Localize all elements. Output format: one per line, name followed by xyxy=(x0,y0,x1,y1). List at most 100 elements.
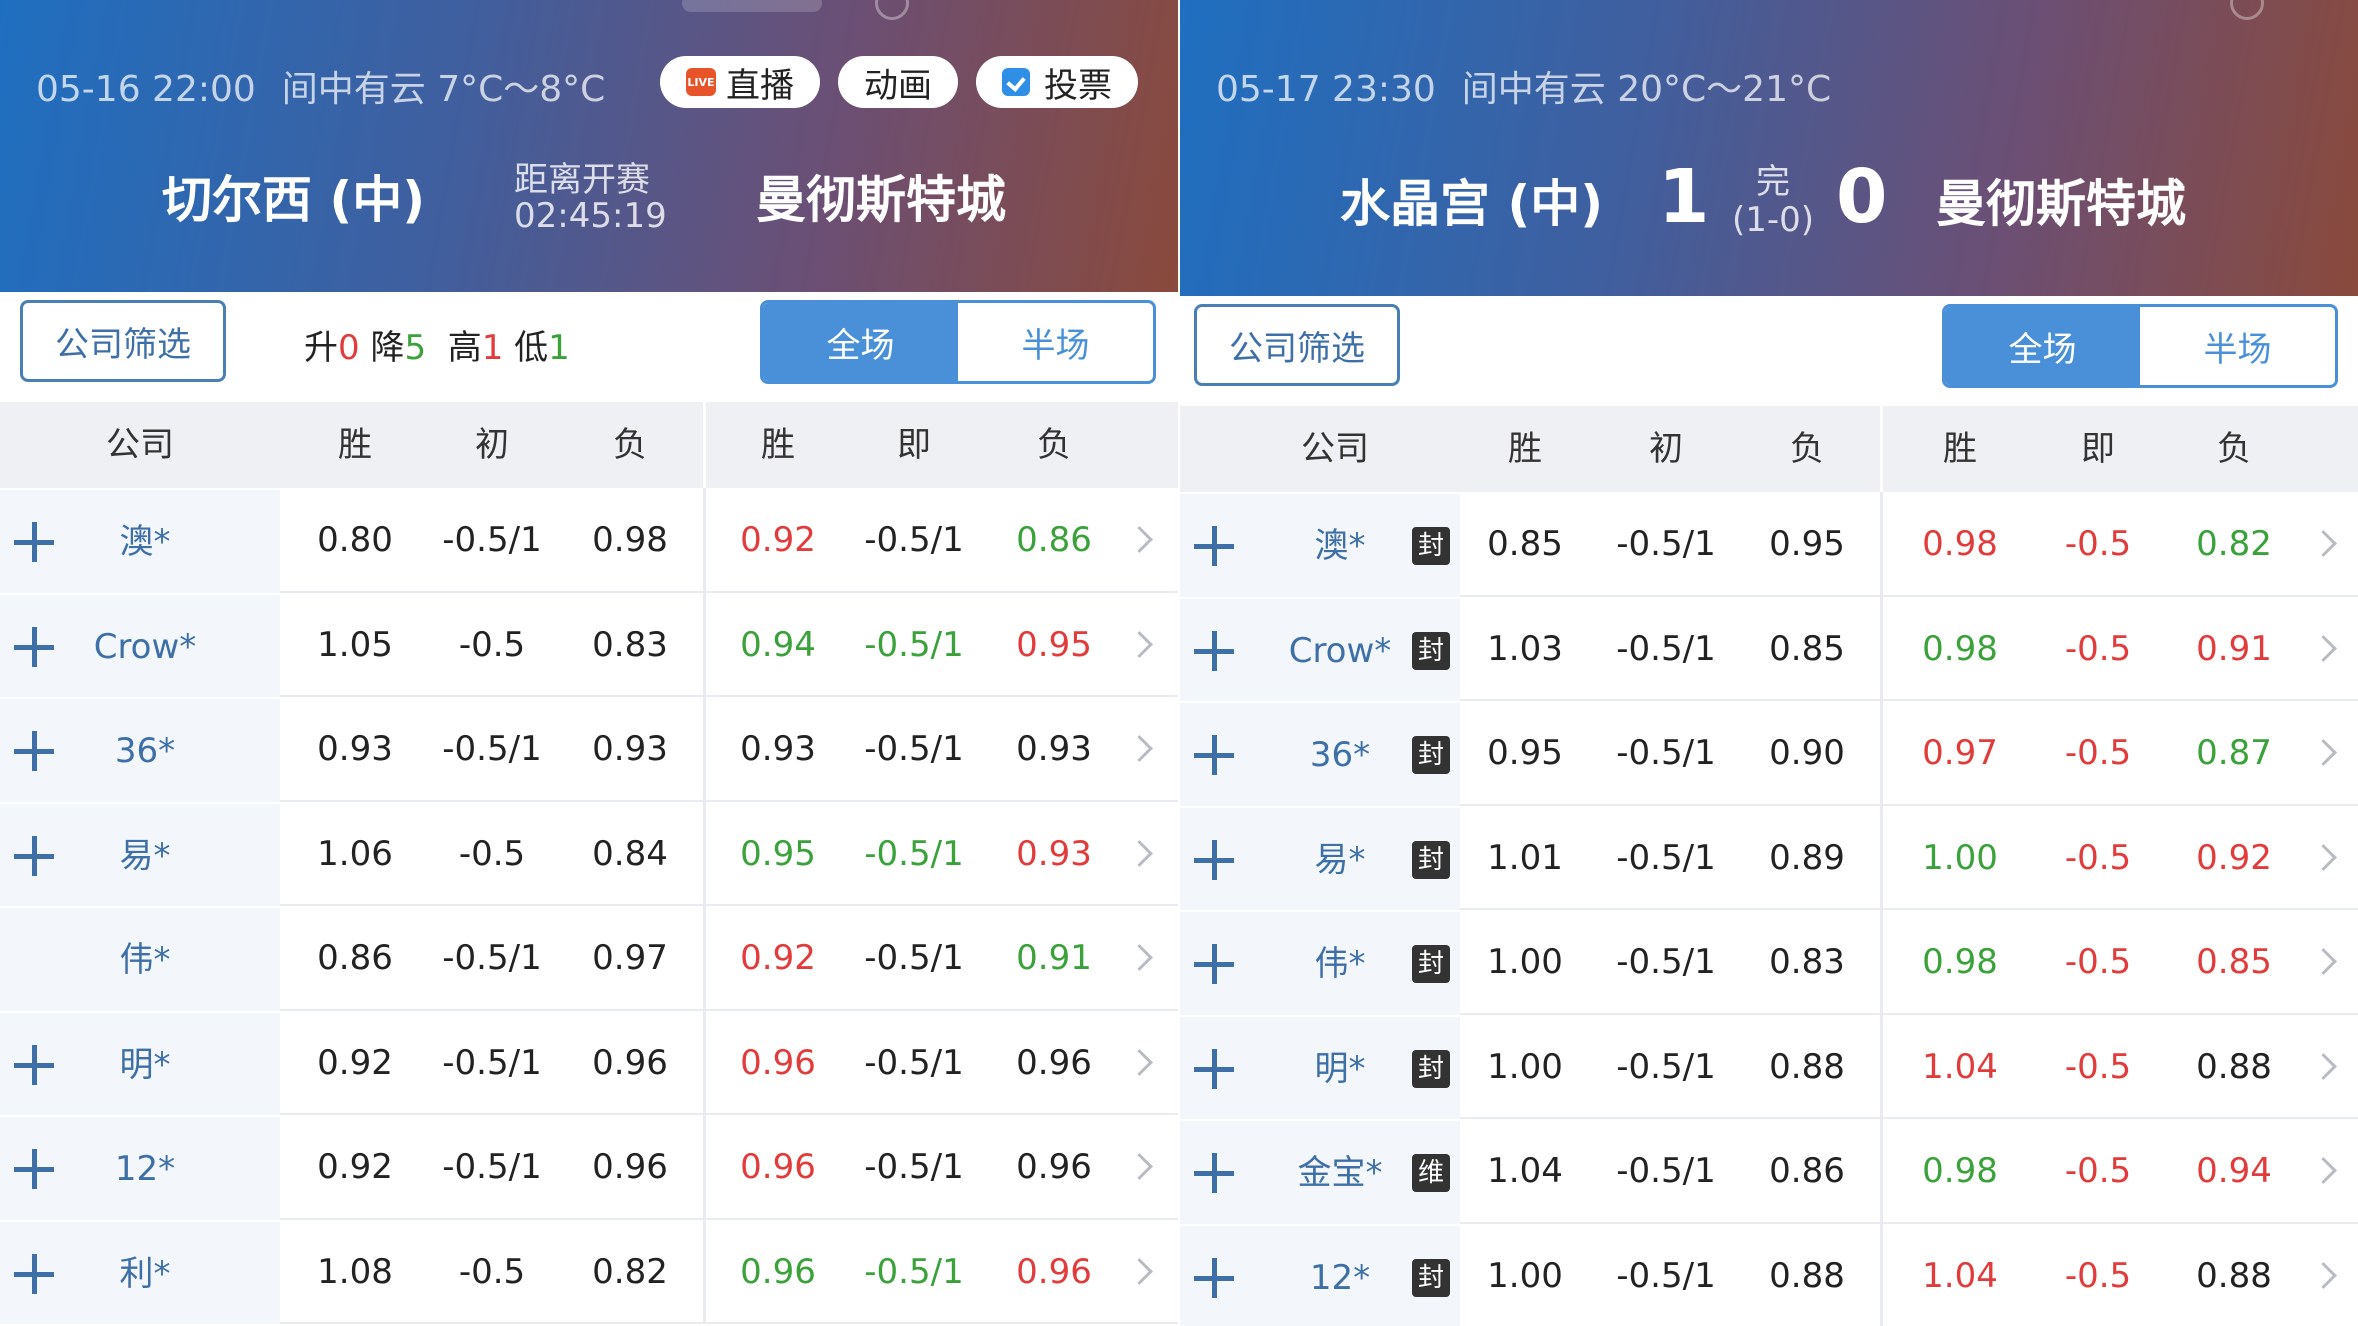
company-cell[interactable]: 伟* xyxy=(0,906,280,1011)
odds-row[interactable]: 易* 1.06 -0.5 0.84 0.95 -0.5/1 0.93 xyxy=(0,801,1178,906)
odds-row[interactable]: 金宝* 维 1.04 -0.5/1 0.86 0.98 -0.5 0.94 xyxy=(1180,1119,2358,1224)
expand-plus-icon[interactable] xyxy=(1194,1257,1234,1298)
chevron-right-icon[interactable] xyxy=(1126,944,1153,972)
company-cell[interactable]: 36* 封 xyxy=(1180,701,1460,806)
expand-plus-icon[interactable] xyxy=(14,522,54,563)
company-cell[interactable]: 易* 封 xyxy=(1180,805,1460,910)
company-cell[interactable]: 36* xyxy=(0,697,280,802)
expand-plus-icon[interactable] xyxy=(1194,735,1234,776)
column-divider xyxy=(703,592,706,697)
odds-row[interactable]: Crow* 封 1.03 -0.5/1 0.85 0.98 -0.5 0.91 xyxy=(1180,596,2358,701)
chevron-right-icon[interactable] xyxy=(2310,1157,2337,1185)
company-cell[interactable]: 12* 封 xyxy=(1180,1223,1460,1326)
company-filter-button[interactable]: 公司筛选 xyxy=(1194,304,1400,386)
home-score: 1 xyxy=(1658,154,1710,240)
expand-plus-icon[interactable] xyxy=(14,1044,54,1085)
odds-row[interactable]: 36* 0.93 -0.5/1 0.93 0.93 -0.5/1 0.93 xyxy=(0,697,1178,802)
tab-half-time[interactable]: 半场 xyxy=(2140,307,2335,385)
initial-lose-value: 0.84 xyxy=(592,833,668,874)
expand-plus-icon[interactable] xyxy=(14,835,54,876)
expand-plus-icon[interactable] xyxy=(1194,839,1234,880)
company-cell[interactable]: 澳* xyxy=(0,488,280,593)
live-tv-icon: LIVE xyxy=(686,68,716,96)
tab-full-time[interactable]: 全场 xyxy=(763,303,958,381)
animation-button[interactable]: 动画 xyxy=(838,56,958,108)
company-cell[interactable]: Crow* xyxy=(0,592,280,697)
chevron-right-icon[interactable] xyxy=(1126,1153,1153,1181)
initial-win-value: 0.95 xyxy=(1487,733,1563,773)
chevron-right-icon[interactable] xyxy=(1126,839,1153,867)
tab-half-time[interactable]: 半场 xyxy=(958,303,1153,381)
chevron-right-icon[interactable] xyxy=(2310,948,2337,976)
odds-row[interactable]: 利* 1.08 -0.5 0.82 0.96 -0.5/1 0.96 xyxy=(0,1219,1178,1324)
company-cell[interactable]: 明* xyxy=(0,1010,280,1115)
live-button[interactable]: LIVE 直播 xyxy=(660,56,820,108)
chevron-right-icon[interactable] xyxy=(2310,1261,2337,1289)
top-circle-icon xyxy=(2230,0,2264,20)
company-cell[interactable]: 明* 封 xyxy=(1180,1014,1460,1119)
away-team[interactable]: 曼彻斯特城 xyxy=(756,160,1006,232)
company-cell[interactable]: 利* xyxy=(0,1219,280,1324)
tab-full-time[interactable]: 全场 xyxy=(1945,307,2140,385)
home-team[interactable]: 切尔西 (中) xyxy=(162,160,425,232)
chevron-right-icon[interactable] xyxy=(1126,630,1153,658)
company-cell[interactable]: 12* xyxy=(0,1115,280,1220)
instant-lose-value: 0.96 xyxy=(1016,1251,1092,1292)
initial-win-value: 1.00 xyxy=(1487,1255,1563,1296)
left-match-panel: 05-16 22:00 间中有云 7°C～8°C LIVE 直播 动画 投票 切尔… xyxy=(0,0,1178,1326)
expand-plus-icon[interactable] xyxy=(1194,630,1234,671)
company-cell[interactable]: 澳* 封 xyxy=(1180,492,1460,597)
chevron-right-icon[interactable] xyxy=(2310,843,2337,871)
expand-plus-icon[interactable] xyxy=(1194,526,1234,567)
odds-row[interactable]: Crow* 1.05 -0.5 0.83 0.94 -0.5/1 0.95 xyxy=(0,592,1178,697)
odds-row[interactable]: 易* 封 1.01 -0.5/1 0.89 1.00 -0.5 0.92 xyxy=(1180,805,2358,910)
company-cell[interactable]: 金宝* 维 xyxy=(1180,1119,1460,1224)
odds-row[interactable]: 12* 0.92 -0.5/1 0.96 0.96 -0.5/1 0.96 xyxy=(0,1115,1178,1220)
odds-row[interactable]: 澳* 0.80 -0.5/1 0.98 0.92 -0.5/1 0.86 xyxy=(0,488,1178,593)
initial-win-value: 1.01 xyxy=(1487,837,1563,878)
column-divider xyxy=(1880,1223,1883,1326)
odds-row[interactable]: 12* 封 1.00 -0.5/1 0.88 1.04 -0.5 0.88 xyxy=(1180,1223,2358,1326)
expand-plus-icon[interactable] xyxy=(1194,1153,1234,1194)
header-lose1: 负 xyxy=(613,425,647,465)
odds-row[interactable]: 伟* 0.86 -0.5/1 0.97 0.92 -0.5/1 0.91 xyxy=(0,906,1178,1011)
chevron-right-icon[interactable] xyxy=(2310,739,2337,767)
expand-plus-icon[interactable] xyxy=(1194,944,1234,985)
expand-plus-icon[interactable] xyxy=(14,1149,54,1190)
chevron-right-icon[interactable] xyxy=(1126,735,1153,763)
chevron-right-icon[interactable] xyxy=(2310,530,2337,558)
initial-win-value: 0.80 xyxy=(317,520,393,560)
vote-button[interactable]: 投票 xyxy=(976,56,1138,108)
expand-plus-icon[interactable] xyxy=(14,1253,54,1294)
chevron-right-icon[interactable] xyxy=(2310,634,2337,662)
company-cell[interactable]: 易* xyxy=(0,801,280,906)
away-team[interactable]: 曼彻斯特城 xyxy=(1936,164,2186,236)
chevron-right-icon[interactable] xyxy=(2310,1052,2337,1080)
company-cell[interactable]: 伟* 封 xyxy=(1180,910,1460,1015)
company-cell[interactable]: Crow* 封 xyxy=(1180,596,1460,701)
company-name: 36* xyxy=(114,731,176,771)
company-name: Crow* xyxy=(1288,630,1392,671)
odds-row[interactable]: 明* 封 1.00 -0.5/1 0.88 1.04 -0.5 0.88 xyxy=(1180,1014,2358,1119)
match-status: 完 xyxy=(1756,162,1790,202)
away-score: 0 xyxy=(1836,154,1888,240)
odds-row[interactable]: 明* 0.92 -0.5/1 0.96 0.96 -0.5/1 0.96 xyxy=(0,1010,1178,1115)
company-filter-button[interactable]: 公司筛选 xyxy=(20,300,226,382)
expand-plus-icon[interactable] xyxy=(14,626,54,667)
instant-lose-value: 0.88 xyxy=(2196,1255,2272,1296)
closed-tag: 封 xyxy=(1412,840,1450,879)
expand-plus-icon[interactable] xyxy=(1194,1048,1234,1089)
chevron-right-icon[interactable] xyxy=(1126,1048,1153,1076)
initial-win-value: 0.93 xyxy=(317,729,393,769)
chevron-right-icon[interactable] xyxy=(1126,1257,1153,1285)
expand-plus-icon[interactable] xyxy=(14,731,54,772)
odds-row[interactable]: 澳* 封 0.85 -0.5/1 0.95 0.98 -0.5 0.82 xyxy=(1180,492,2358,597)
chevron-right-icon[interactable] xyxy=(1126,526,1153,554)
instant-win-value: 1.04 xyxy=(1922,1255,1998,1296)
odds-row[interactable]: 伟* 封 1.00 -0.5/1 0.83 0.98 -0.5 0.85 xyxy=(1180,910,2358,1015)
closed-tag: 封 xyxy=(1412,631,1450,670)
header-win1: 胜 xyxy=(1508,429,1542,469)
company-name: 易* xyxy=(1314,839,1366,880)
home-team[interactable]: 水晶宫 (中) xyxy=(1340,164,1603,236)
odds-row[interactable]: 36* 封 0.95 -0.5/1 0.90 0.97 -0.5 0.87 xyxy=(1180,701,2358,806)
